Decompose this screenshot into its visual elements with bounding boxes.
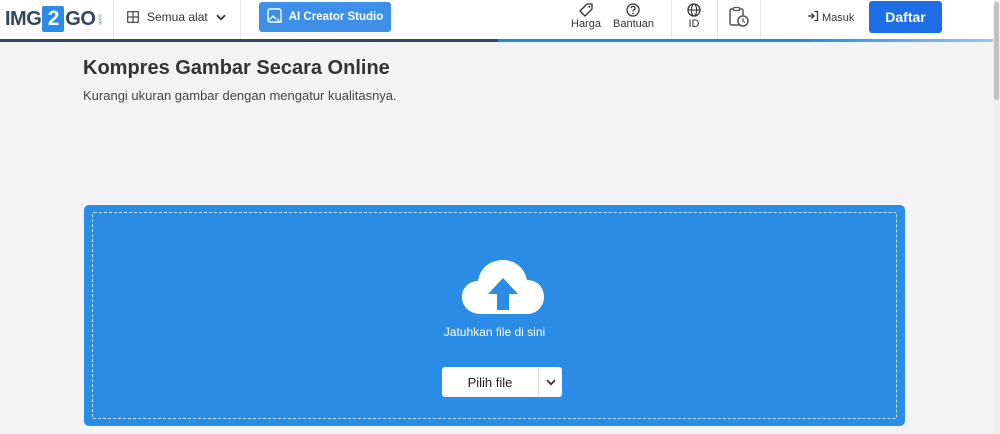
pricing-link[interactable]: Harga <box>571 3 601 35</box>
globe-icon <box>687 3 701 18</box>
ai-image-icon: AI <box>267 7 283 27</box>
logo-text-suffix: .com <box>96 13 103 25</box>
choose-file-button[interactable]: Pilih file <box>442 367 562 397</box>
chevron-down-icon <box>216 14 226 21</box>
choose-file-label: Pilih file <box>442 367 539 397</box>
grid-icon <box>127 11 139 23</box>
login-label: Masuk <box>822 11 855 24</box>
divider <box>671 0 672 39</box>
history-button[interactable] <box>728 6 750 38</box>
dropzone-dashed-border: Jatuhkan file di sini Pilih file <box>92 212 897 419</box>
cloud-upload-icon <box>461 258 545 321</box>
svg-text:AI: AI <box>276 19 282 24</box>
divider <box>113 0 114 39</box>
page-scrollbar[interactable] <box>993 0 1000 434</box>
sign-in-icon <box>807 10 819 25</box>
top-navbar: IMG 2 GO .com Semua alat AI AI Creator S… <box>0 0 1000 42</box>
page-subtitle: Kurangi ukuran gambar dengan mengatur ku… <box>83 88 397 103</box>
help-label: Bantuan <box>613 18 654 30</box>
file-dropzone[interactable]: Jatuhkan file di sini Pilih file <box>84 205 905 426</box>
language-selector[interactable]: ID <box>687 3 701 35</box>
all-tools-label: Semua alat <box>147 10 208 24</box>
logo-text-go: GO <box>65 7 96 30</box>
ai-creator-studio-button[interactable]: AI AI Creator Studio <box>259 2 391 32</box>
scrollbar-thumb[interactable] <box>994 2 999 100</box>
all-tools-dropdown[interactable]: Semua alat <box>127 8 226 26</box>
tag-icon <box>579 3 593 18</box>
register-button[interactable]: Daftar <box>869 1 942 33</box>
login-link[interactable]: Masuk <box>807 10 854 25</box>
chevron-down-icon[interactable] <box>539 367 562 397</box>
page-title: Kompres Gambar Secara Online <box>83 57 390 79</box>
divider <box>240 0 241 39</box>
clipboard-clock-icon <box>728 6 750 29</box>
logo-text-2: 2 <box>42 6 65 32</box>
ai-creator-studio-label: AI Creator Studio <box>288 11 384 23</box>
pricing-label: Harga <box>571 18 601 30</box>
help-icon <box>626 3 641 18</box>
logo-text-img: IMG <box>5 7 42 30</box>
help-link[interactable]: Bantuan <box>613 3 654 35</box>
language-label: ID <box>688 18 700 30</box>
img2go-logo[interactable]: IMG 2 GO .com <box>5 6 102 32</box>
divider <box>760 0 761 39</box>
drop-files-text: Jatuhkan file di sini <box>443 325 546 339</box>
header-accent-bar <box>0 39 996 42</box>
divider <box>717 0 718 39</box>
